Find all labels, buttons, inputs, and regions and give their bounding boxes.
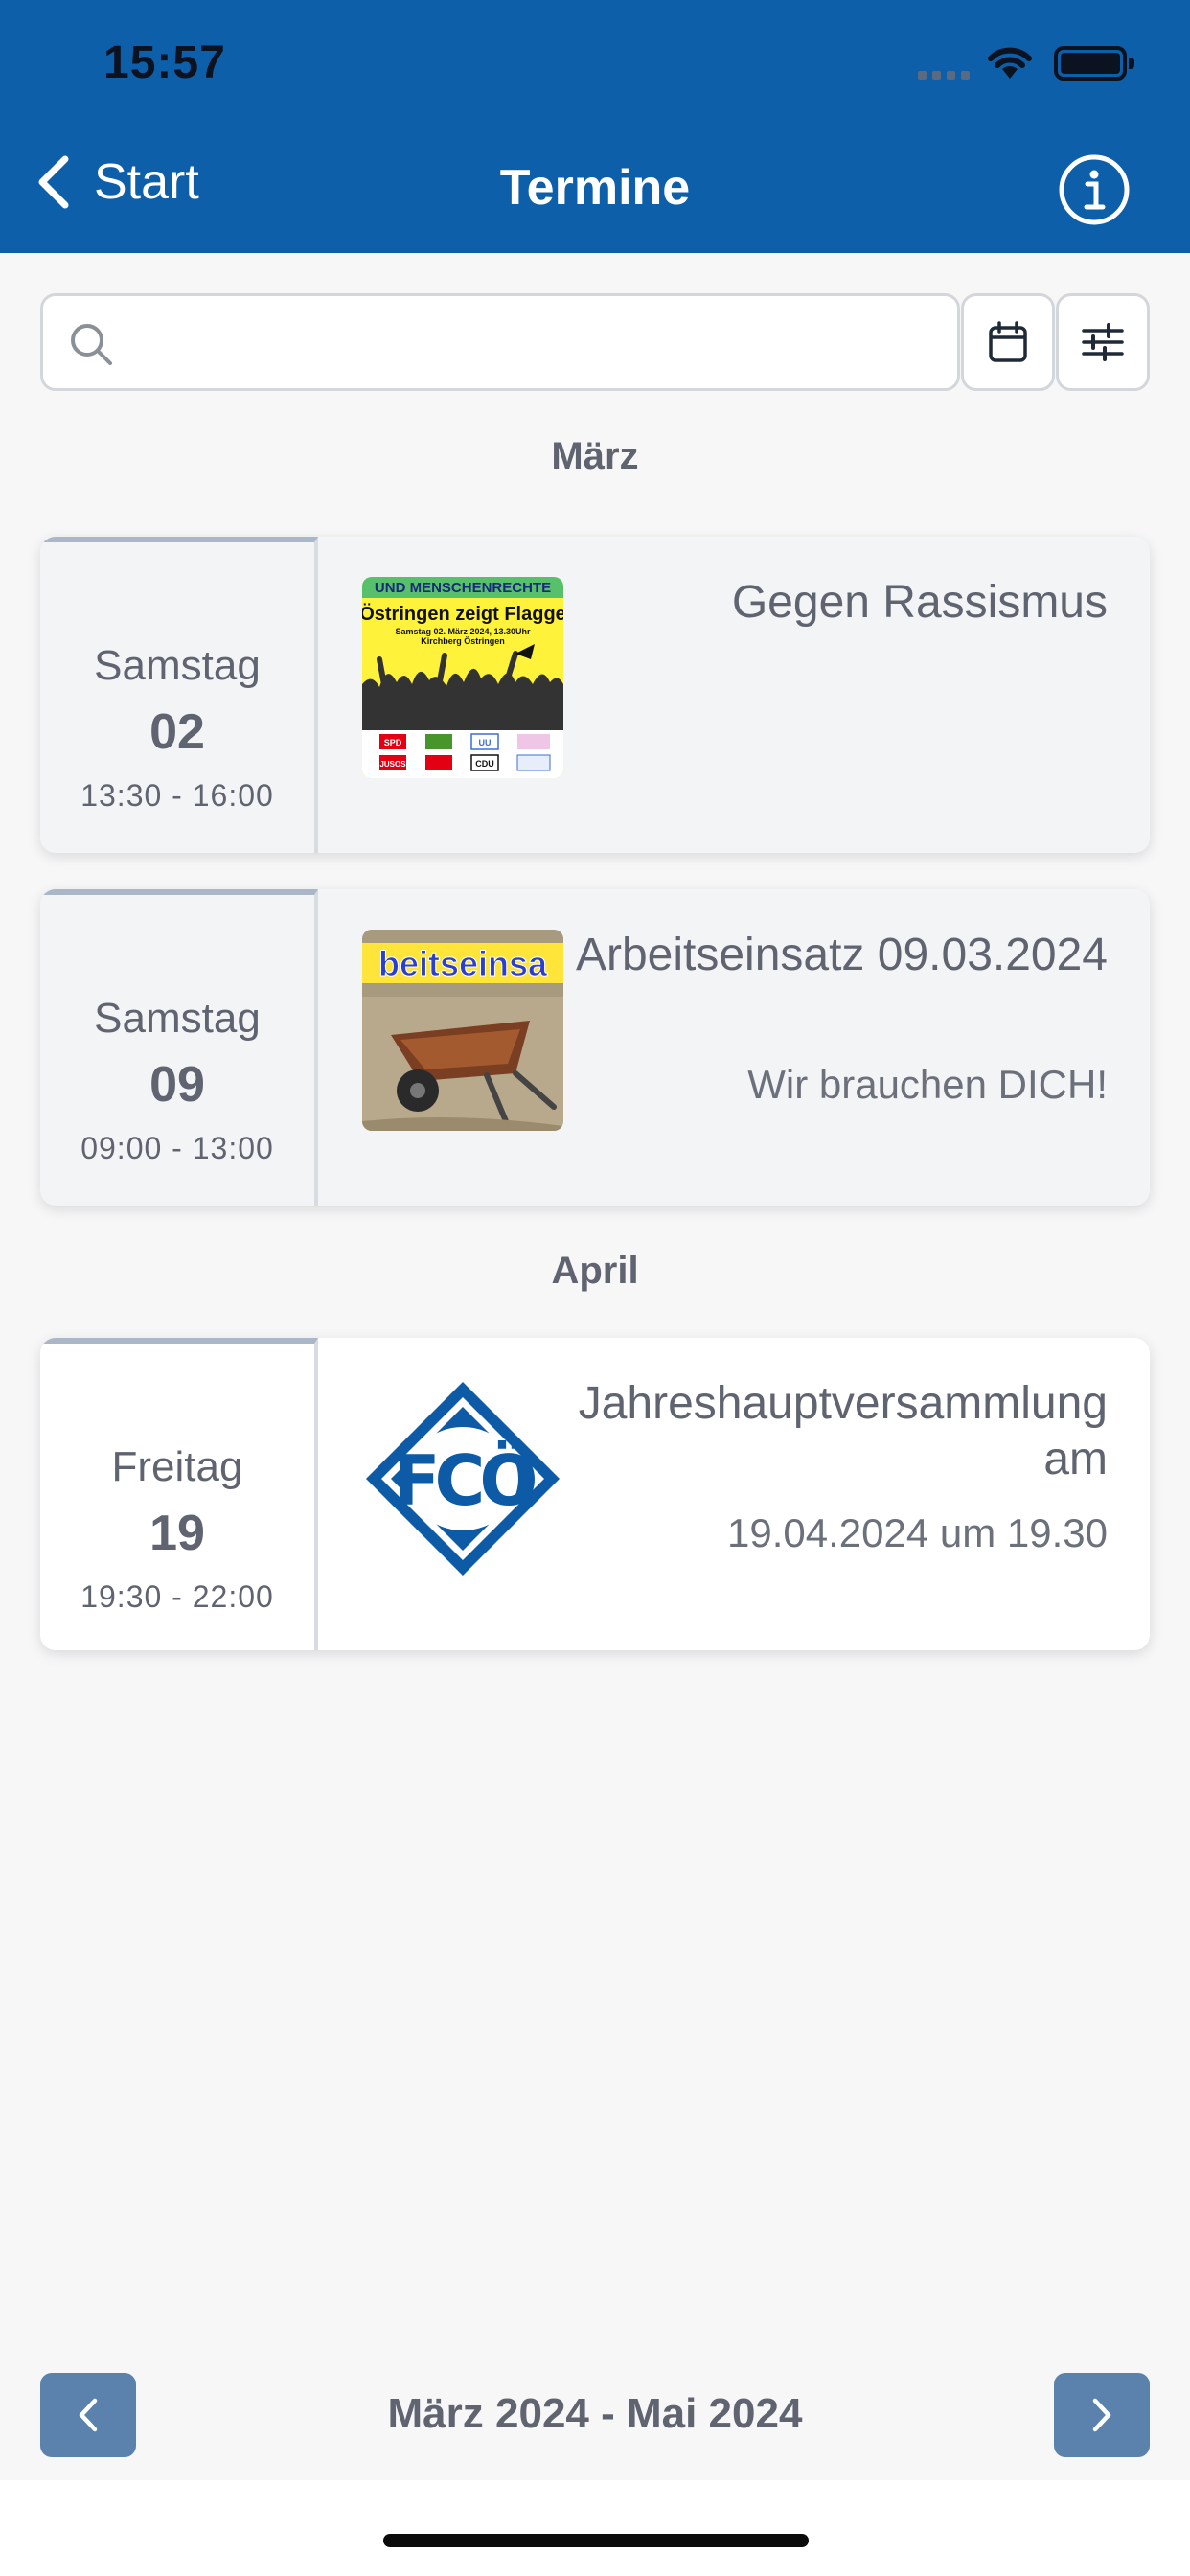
poster-details-2: Kirchberg Östringen <box>421 636 505 646</box>
event-weekday: Samstag <box>94 642 261 689</box>
club-logo-text: FCÖ <box>393 1440 535 1521</box>
next-period-button[interactable] <box>1054 2373 1150 2457</box>
event-image-poster: UND MENSCHENRECHTE Östringen zeigt Flagg… <box>362 577 563 778</box>
sliders-icon <box>1082 323 1124 361</box>
poster-headline: Östringen zeigt Flagge <box>362 603 563 625</box>
event-card[interactable]: Samstag 09 09:00 - 13:00 beitseinsa Arbe… <box>40 889 1150 1206</box>
filter-button[interactable] <box>1056 293 1150 391</box>
event-time: 13:30 - 16:00 <box>80 778 274 813</box>
calendar-icon <box>989 321 1027 362</box>
poster-logo-7: CDU <box>475 759 494 769</box>
wifi-icon <box>988 47 1032 79</box>
poster-details-1: Samstag 02. März 2024, 13.30Uhr <box>395 627 531 636</box>
page-title: Termine <box>499 160 691 216</box>
event-title: Arbeitseinsatz 09.03.2024 <box>575 930 1108 980</box>
event-time: 19:30 - 22:00 <box>80 1579 274 1614</box>
calendar-button[interactable] <box>961 293 1055 391</box>
period-label: März 2024 - Mai 2024 <box>387 2390 803 2437</box>
event-weekday: Freitag <box>111 1443 243 1490</box>
poster-logo-3: UU <box>479 738 492 748</box>
event-day: 19 <box>149 1506 205 1561</box>
section-header-april: April <box>551 1250 639 1292</box>
section-header-maerz: März <box>551 435 639 477</box>
event-date: Freitag 19 19:30 - 22:00 <box>40 1338 318 1650</box>
search-input[interactable] <box>133 306 938 379</box>
wheelbarrow-banner: beitseinsa <box>378 944 548 983</box>
search-box[interactable] <box>40 293 960 391</box>
event-weekday: Samstag <box>94 995 261 1042</box>
navigation-bar: 15:57 Start Termine <box>0 0 1190 253</box>
event-day: 02 <box>149 704 205 760</box>
poster-logo-5: JUSOS <box>379 760 406 769</box>
battery-icon <box>1054 46 1134 80</box>
status-time: 15:57 <box>103 37 226 88</box>
event-date: Samstag 02 13:30 - 16:00 <box>40 537 318 853</box>
event-card[interactable]: Freitag 19 19:30 - 22:00 FCÖ Jahreshaupt… <box>40 1338 1150 1650</box>
search-icon <box>71 324 112 365</box>
event-time: 09:00 - 13:00 <box>80 1131 274 1165</box>
poster-banner: UND MENSCHENRECHTE <box>375 580 551 596</box>
home-indicator-area <box>0 2480 1190 2576</box>
event-day: 09 <box>149 1057 205 1113</box>
info-icon[interactable] <box>1058 153 1131 226</box>
event-subtitle: 19.04.2024 um 19.30 <box>727 1510 1108 1555</box>
event-card[interactable]: Samstag 02 13:30 - 16:00 UND MENSCHENREC… <box>40 537 1150 853</box>
event-title: Jahreshauptversammlung am <box>578 1378 1108 1484</box>
event-title: Gegen Rassismus <box>731 577 1108 628</box>
home-indicator[interactable] <box>383 2534 809 2547</box>
cellular-signal-icon <box>918 71 970 80</box>
event-date: Samstag 09 09:00 - 13:00 <box>40 889 318 1206</box>
chevron-right-icon <box>1092 2398 1111 2432</box>
poster-logo-1: SPD <box>384 738 402 748</box>
event-subtitle: Wir brauchen DICH! <box>747 1062 1108 1107</box>
